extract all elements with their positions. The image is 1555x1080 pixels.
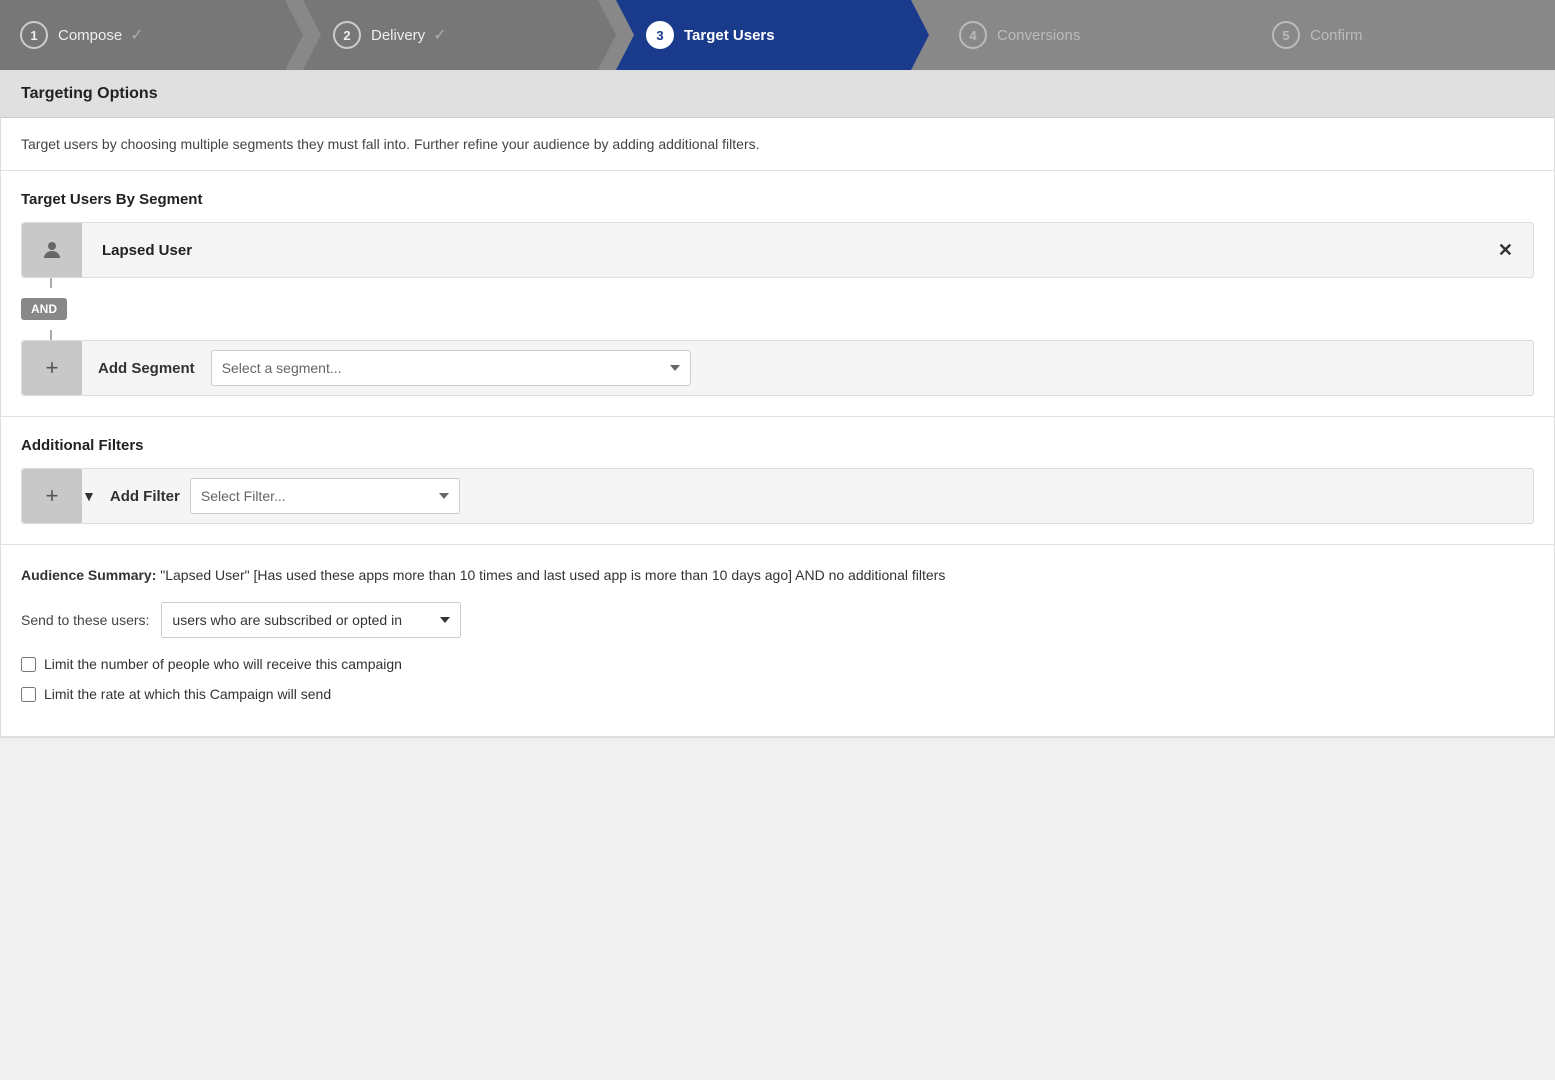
wizard-step-delivery[interactable]: 2 Delivery ✓: [303, 0, 616, 70]
targeting-description: Target users by choosing multiple segmen…: [1, 118, 1554, 171]
filter-row: + ▼ Add Filter Select Filter...: [21, 468, 1534, 524]
checkmark-delivery: ✓: [433, 25, 446, 45]
step-num-3: 3: [646, 21, 674, 49]
segment-remove-button[interactable]: ✕: [1478, 240, 1533, 261]
limit-people-row: Limit the number of people who will rece…: [21, 656, 1534, 672]
limit-rate-row: Limit the rate at which this Campaign wi…: [21, 686, 1534, 702]
send-to-row: Send to these users: users who are subsc…: [21, 602, 1534, 638]
send-to-label: Send to these users:: [21, 612, 149, 628]
add-segment-icon[interactable]: +: [22, 341, 82, 395]
wizard-step-confirm[interactable]: 5 Confirm: [1242, 0, 1555, 70]
wizard-bar: 1 Compose ✓ 2 Delivery ✓ 3 Target Users …: [0, 0, 1555, 70]
wizard-step-conversions[interactable]: 4 Conversions: [929, 0, 1242, 70]
limit-people-checkbox[interactable]: [21, 657, 36, 672]
and-connector: AND: [21, 298, 67, 320]
step-num-4: 4: [959, 21, 987, 49]
limit-rate-checkbox[interactable]: [21, 687, 36, 702]
checkmark-compose: ✓: [130, 25, 143, 45]
audience-summary-value: "Lapsed User" [Has used these apps more …: [160, 567, 945, 583]
segment-icon: [22, 223, 82, 277]
segment-section-title: Target Users By Segment: [21, 191, 1534, 208]
step-label-delivery: Delivery: [371, 27, 425, 44]
targeting-options-header: Targeting Options: [1, 71, 1554, 118]
step-num-1: 1: [20, 21, 48, 49]
filter-select[interactable]: Select Filter...: [190, 478, 460, 514]
add-filter-icon[interactable]: +: [22, 469, 82, 523]
targeting-options-title: Targeting Options: [21, 85, 1534, 103]
step-num-2: 2: [333, 21, 361, 49]
segment-section: Target Users By Segment Lapsed User ✕ AN…: [1, 171, 1554, 417]
step-label-conversions: Conversions: [997, 27, 1080, 44]
filters-section-title: Additional Filters: [21, 437, 1534, 454]
audience-summary-text: Audience Summary: "Lapsed User" [Has use…: [21, 565, 1534, 586]
add-segment-row: + Add Segment Select a segment...: [21, 340, 1534, 396]
wizard-step-target-users[interactable]: 3 Target Users: [616, 0, 929, 70]
filter-funnel-icon: ▼: [82, 488, 96, 504]
connector-line-top: [50, 278, 52, 288]
wizard-step-compose[interactable]: 1 Compose ✓: [0, 0, 303, 70]
step-label-compose: Compose: [58, 27, 122, 44]
segment-select[interactable]: Select a segment...: [211, 350, 691, 386]
add-segment-label: Add Segment: [82, 360, 211, 377]
limit-people-label[interactable]: Limit the number of people who will rece…: [44, 656, 402, 672]
connector-line-bottom: [50, 330, 52, 340]
segment-row-lapsed-user: Lapsed User ✕: [21, 222, 1534, 278]
limit-rate-label[interactable]: Limit the rate at which this Campaign wi…: [44, 686, 331, 702]
filters-section: Additional Filters + ▼ Add Filter Select…: [1, 417, 1554, 545]
step-label-target-users: Target Users: [684, 27, 775, 44]
audience-summary-label: Audience Summary:: [21, 567, 156, 583]
segment-name: Lapsed User: [82, 242, 1478, 259]
step-num-5: 5: [1272, 21, 1300, 49]
add-filter-label: Add Filter: [100, 488, 190, 505]
main-content: Targeting Options Target users by choosi…: [0, 70, 1555, 738]
send-to-select[interactable]: users who are subscribed or opted in all…: [161, 602, 461, 638]
step-label-confirm: Confirm: [1310, 27, 1363, 44]
audience-summary: Audience Summary: "Lapsed User" [Has use…: [1, 545, 1554, 737]
